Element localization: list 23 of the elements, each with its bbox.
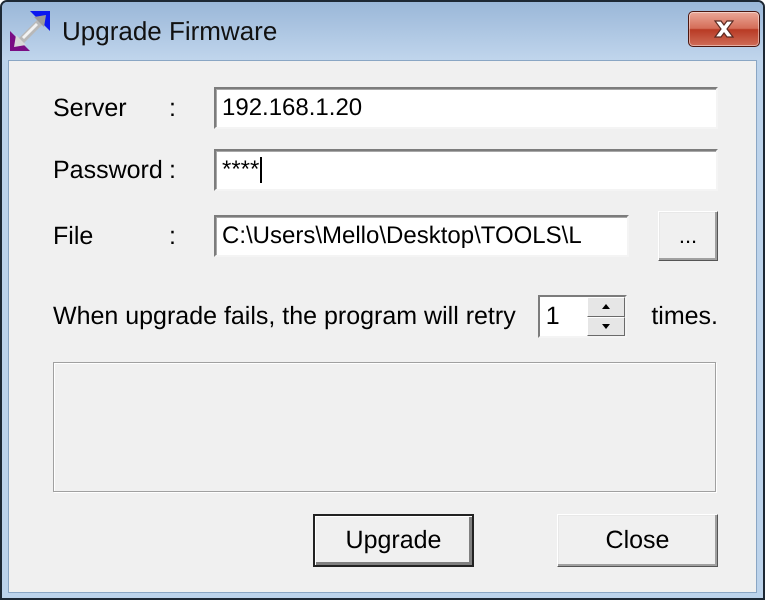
window-title: Upgrade Firmware — [62, 16, 278, 46]
input-field[interactable]: **** — [214, 149, 718, 191]
default-button[interactable]: Upgrade — [313, 514, 474, 567]
label-colon: : — [169, 156, 177, 184]
retry-spinbox[interactable]: 1 — [538, 295, 628, 338]
retry-count-value: 1 — [544, 301, 561, 332]
field-label: Password — [53, 156, 164, 184]
diagonal-arrow-icon — [10, 11, 50, 51]
label-colon: : — [169, 94, 177, 122]
field-label: File — [53, 222, 94, 250]
dialog-button[interactable]: Close — [557, 514, 718, 567]
label-colon: : — [169, 222, 177, 250]
field-label: Server — [53, 94, 128, 122]
browse-button[interactable]: ... — [658, 211, 718, 261]
spin-up-button[interactable] — [587, 297, 626, 316]
input-field[interactable]: 192.168.1.20 — [214, 87, 718, 129]
input-field[interactable]: C:\Users\Mello\Desktop\TOOLS\L — [214, 215, 629, 257]
retry-label: When upgrade fails, the program will retry — [53, 302, 516, 331]
up-arrow-icon — [602, 304, 610, 310]
times-label: times. — [651, 302, 718, 331]
down-arrow-icon — [602, 324, 610, 329]
close-button[interactable] — [688, 11, 760, 47]
spin-down-button[interactable] — [587, 316, 626, 336]
